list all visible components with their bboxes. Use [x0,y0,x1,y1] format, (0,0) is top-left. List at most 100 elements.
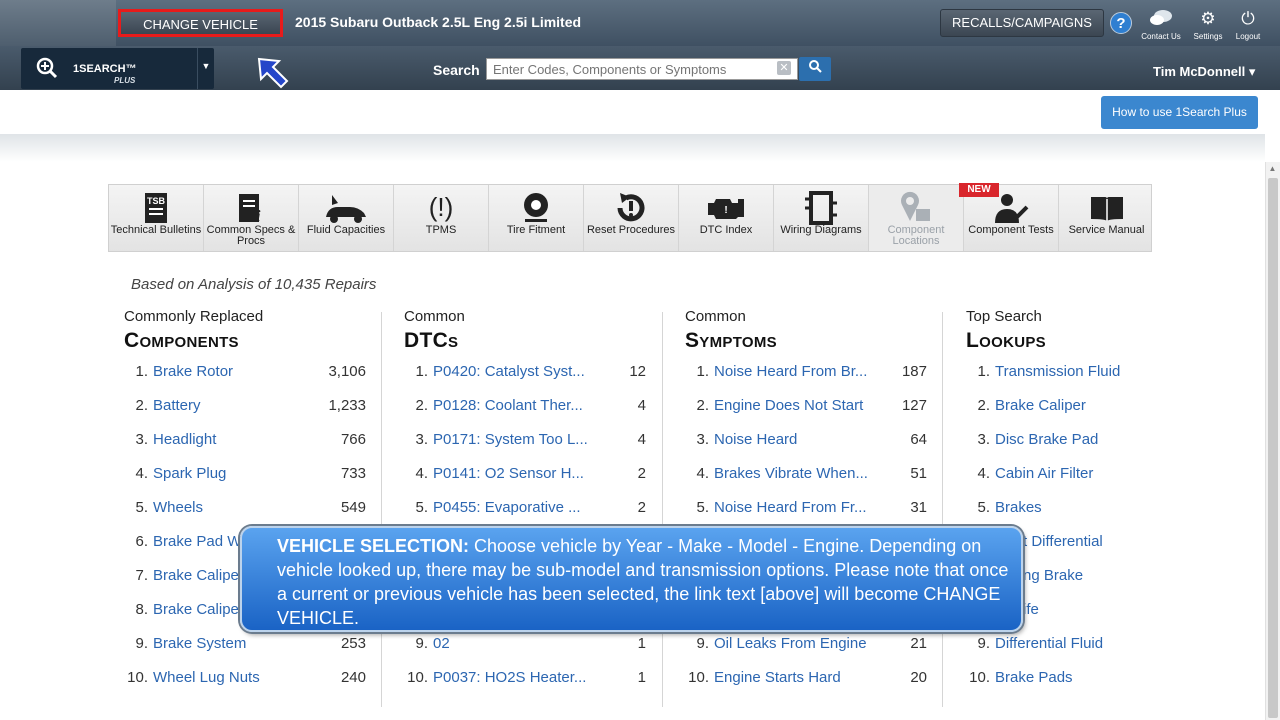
reset-icon [584,185,678,225]
onesearch-plus-menu[interactable]: 1SEARCH™ PLUS ▼ [21,48,214,89]
list-item[interactable]: 3. Noise Heard 64 [687,431,927,451]
toolbar-item-tire-fitment[interactable]: Tire Fitment [489,185,584,251]
change-vehicle-button[interactable]: CHANGE VEHICLE [118,9,283,37]
list-item[interactable]: 5. Noise Heard From Fr... 31 [687,499,927,519]
list-item-link[interactable]: P0455: Evaporative ... [433,499,581,516]
list-item-link[interactable]: Brake Pads [995,669,1073,686]
list-item-link[interactable]: Cabin Air Filter [995,465,1093,482]
list-item[interactable]: 5. Wheels 549 [126,499,366,519]
list-item[interactable]: 1. Transmission Fluid [968,363,1208,383]
toolbar-item-wiring-diagrams[interactable]: Wiring Diagrams [774,185,869,251]
list-item-link[interactable]: Battery [153,397,201,414]
list-item[interactable]: 1. Noise Heard From Br... 187 [687,363,927,383]
list-item[interactable]: 9. Brake System 253 [126,635,366,655]
list-item-link[interactable]: Brake System [153,635,246,652]
list-item-link[interactable]: Spark Plug [153,465,226,482]
toolbar-label: Reset Procedures [586,224,676,236]
onesearch-plus-label: PLUS [114,76,136,85]
list-item[interactable]: 4. P0141: O2 Sensor H... 2 [406,465,646,485]
help-icon[interactable]: ? [1110,12,1132,34]
list-item[interactable]: 1. Brake Rotor 3,106 [126,363,366,383]
list-item[interactable]: 3. Headlight 766 [126,431,366,451]
list-item[interactable]: 10. P0037: HO2S Heater... 1 [406,669,646,689]
list-item[interactable]: 4. Cabin Air Filter [968,465,1208,485]
toolbar-label: Tire Fitment [506,224,566,236]
list-item-link[interactable]: Brake Caliper [995,397,1086,414]
logout-button[interactable]: ⏻ Logout [1226,8,1270,41]
search-button[interactable] [799,57,831,81]
list-item-link[interactable]: Noise Heard From Fr... [714,499,867,516]
lookups-column: Top Search Lookups [966,308,1216,353]
contact-us-button[interactable]: Contact Us [1139,8,1183,41]
list-item[interactable]: 2. P0128: Coolant Ther... 4 [406,397,646,417]
column-heading: Components [124,329,239,352]
list-item[interactable]: 2. Brake Caliper [968,397,1208,417]
list-item-link[interactable]: P0037: HO2S Heater... [433,669,586,686]
list-item[interactable]: 9. Differential Fluid [968,635,1208,655]
list-item-link[interactable]: Noise Heard [714,431,797,448]
top-bar-left-panel [0,0,116,46]
list-item-link[interactable]: Oil Leaks From Engine [714,635,867,652]
list-item-link[interactable]: Brake Pad W [153,533,241,550]
list-item[interactable]: 4. Brakes Vibrate When... 51 [687,465,927,485]
list-item-link[interactable]: Headlight [153,431,216,448]
toolbar-item-technical-bulletins[interactable]: TSB Technical Bulletins [109,185,204,251]
onesearch-label: 1SEARCH™ [73,63,137,75]
list-item[interactable]: 10. Engine Starts Hard 20 [687,669,927,689]
list-item-link[interactable]: Disc Brake Pad [995,431,1098,448]
list-item-link[interactable]: Engine Starts Hard [714,669,841,686]
list-item-link[interactable]: Differential Fluid [995,635,1103,652]
list-item-link[interactable]: 02 [433,635,450,652]
list-item-link[interactable]: Brakes [995,499,1042,516]
list-item-link[interactable]: P0141: O2 Sensor H... [433,465,584,482]
list-item[interactable]: 9. Oil Leaks From Engine 21 [687,635,927,655]
list-item-link[interactable]: Brake Caliper [153,601,244,618]
list-item[interactable]: 2. Engine Does Not Start 127 [687,397,927,417]
how-to-use-button[interactable]: How to use 1Search Plus [1101,96,1258,129]
scrollbar-thumb[interactable] [1268,178,1278,718]
list-item[interactable]: 5. P0455: Evaporative ... 2 [406,499,646,519]
toolbar-item-fluid-capacities[interactable]: Fluid Capacities [299,185,394,251]
list-item-link[interactable]: Brakes Vibrate When... [714,465,868,482]
list-item-link[interactable]: Brake Caliper [153,567,244,584]
list-item-link[interactable]: P0420: Catalyst Syst... [433,363,585,380]
list-item-link[interactable]: Noise Heard From Br... [714,363,867,380]
list-item[interactable]: 2. Battery 1,233 [126,397,366,417]
settings-button[interactable]: ⚙ Settings [1186,8,1230,41]
engine-icon: ! [679,185,773,225]
list-item[interactable]: 3. Disc Brake Pad [968,431,1208,451]
list-item-link[interactable]: Transmission Fluid [995,363,1120,380]
list-item[interactable]: 3. P0171: System Too L... 4 [406,431,646,451]
recalls-campaigns-button[interactable]: RECALLS/CAMPAIGNS [940,9,1104,37]
list-item-count: 733 [340,465,366,482]
list-item-link[interactable]: Wheels [153,499,203,516]
chevron-down-icon[interactable]: ▼ [197,48,214,89]
list-item[interactable]: 5. Brakes [968,499,1208,519]
toolbar-label: TPMS [425,224,457,236]
list-item[interactable]: 4. Spark Plug 733 [126,465,366,485]
list-item-link[interactable]: Engine Does Not Start [714,397,863,414]
search-input[interactable] [486,58,798,80]
list-item-link[interactable]: Brake Rotor [153,363,233,380]
toolbar-item-component-locations[interactable]: Component Locations [869,185,964,251]
list-item[interactable]: 10. Brake Pads [968,669,1208,689]
toolbar-item-service-manual[interactable]: Service Manual [1059,185,1154,251]
column-heading: Lookups [966,329,1046,352]
clear-icon[interactable]: ✕ [777,61,791,75]
toolbar-item-common-specs[interactable]: i Common Specs & Procs [204,185,299,251]
toolbar-item-reset-procedures[interactable]: Reset Procedures [584,185,679,251]
list-item-link[interactable]: ife [1023,601,1039,618]
list-item-link[interactable]: t Differential [1023,533,1103,550]
list-item-link[interactable]: P0171: System Too L... [433,431,588,448]
list-item-link[interactable]: Wheel Lug Nuts [153,669,260,686]
list-item-link[interactable]: P0128: Coolant Ther... [433,397,583,414]
list-item[interactable]: 1. P0420: Catalyst Syst... 12 [406,363,646,383]
list-item[interactable]: 9. 02 1 [406,635,646,655]
toolbar-item-dtc-index[interactable]: ! DTC Index [679,185,774,251]
user-menu[interactable]: Tim McDonnell ▾ [1153,64,1255,80]
toolbar-label: Fluid Capacities [306,224,386,236]
toolbar-item-tpms[interactable]: (!) TPMS [394,185,489,251]
list-item-link[interactable]: ng Brake [1023,567,1083,584]
scroll-up-icon[interactable]: ▲ [1266,164,1279,176]
list-item[interactable]: 10. Wheel Lug Nuts 240 [126,669,366,689]
